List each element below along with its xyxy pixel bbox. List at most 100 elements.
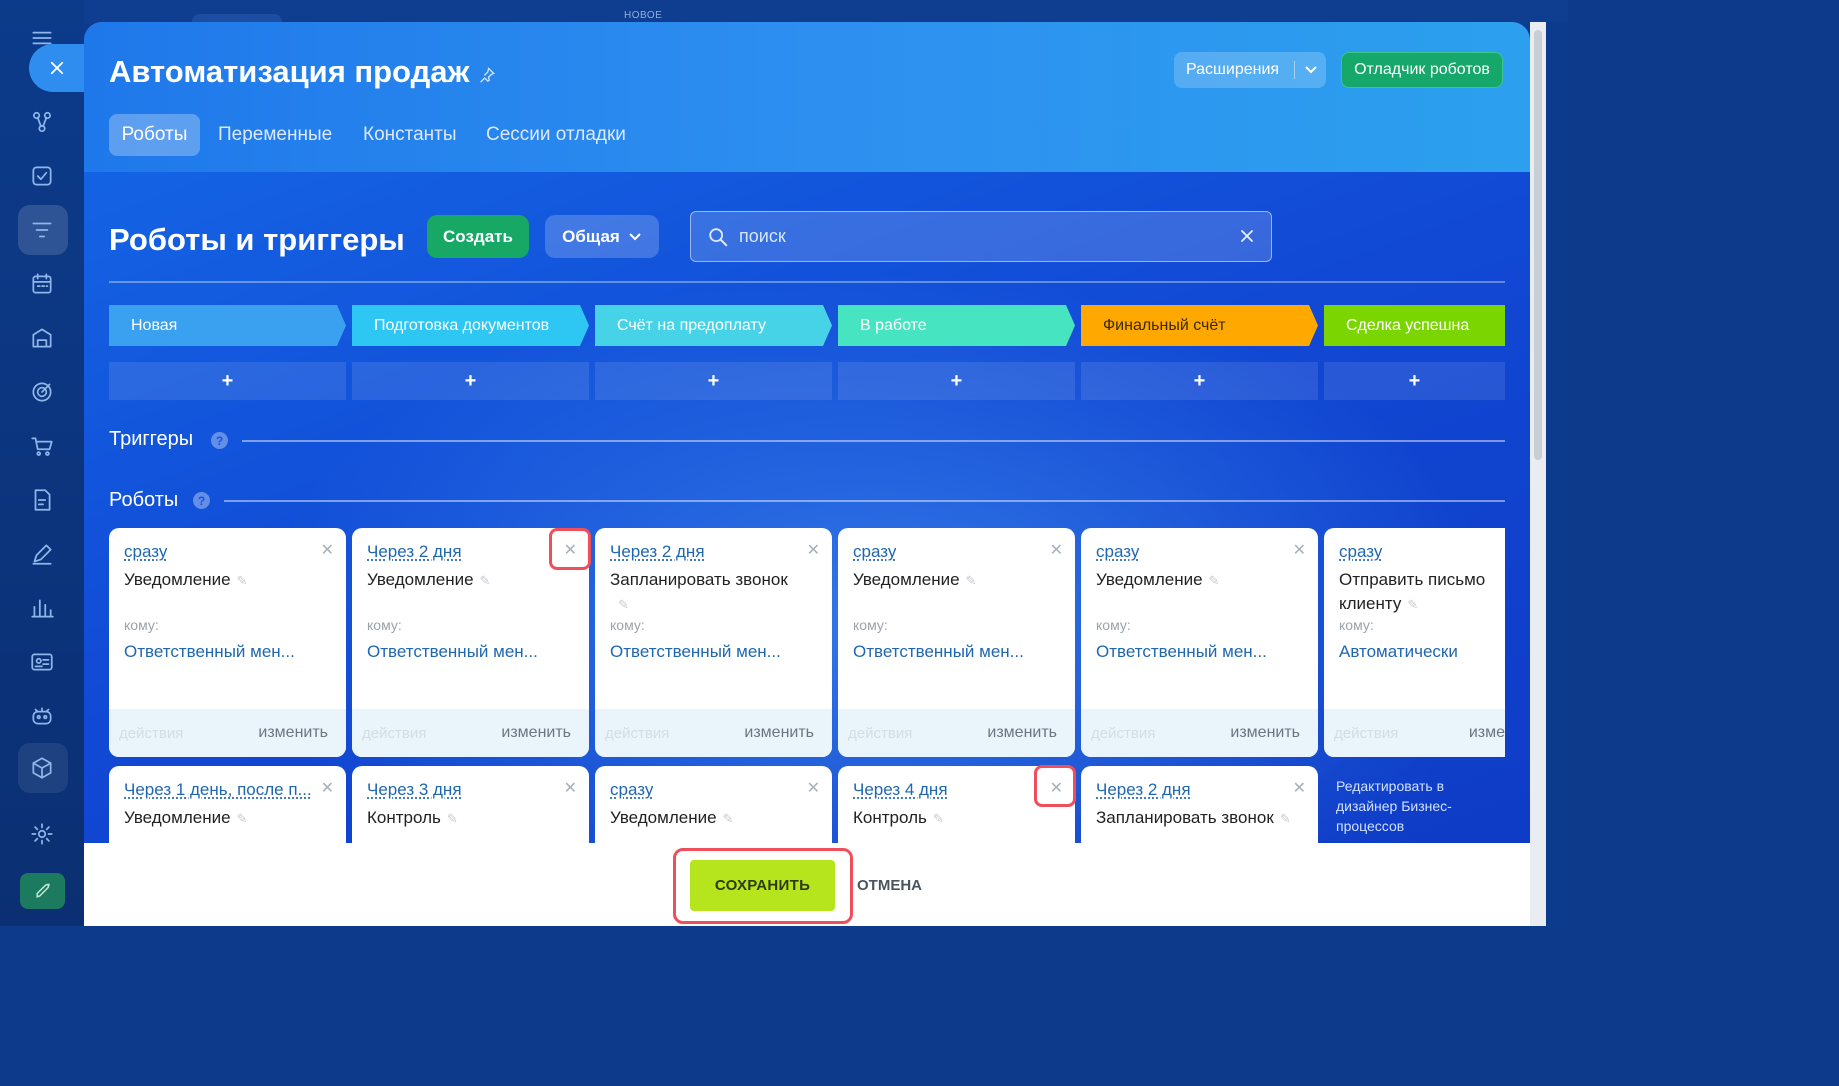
clear-search-icon[interactable] bbox=[1237, 226, 1257, 246]
search-box bbox=[690, 211, 1272, 262]
robot-delay[interactable]: сразу bbox=[1339, 542, 1382, 562]
robot-delay[interactable]: Через 4 дня bbox=[853, 780, 948, 800]
tab-constants[interactable]: Константы bbox=[363, 114, 457, 156]
background-edge bbox=[1546, 22, 1568, 926]
robot-delay[interactable]: Через 2 дня bbox=[367, 542, 462, 562]
pin-icon[interactable] bbox=[478, 66, 496, 84]
bp-designer-link[interactable]: Редактировать в дизайнер Бизнес-процессо… bbox=[1336, 776, 1506, 836]
stage-deal-won: Сделка успешна bbox=[1324, 305, 1505, 346]
cancel-button[interactable]: ОТМЕНА bbox=[857, 877, 922, 894]
search-icon bbox=[709, 227, 728, 246]
robot-debugger-button[interactable]: Отладчик роботов bbox=[1341, 52, 1503, 88]
robot-delay[interactable]: Через 2 дня bbox=[1096, 780, 1191, 800]
settings-icon[interactable] bbox=[22, 814, 62, 854]
edit-link[interactable]: изменить bbox=[744, 724, 814, 742]
add-robot-button[interactable]: + bbox=[1324, 362, 1505, 400]
add-robot-button[interactable]: + bbox=[352, 362, 589, 400]
robot-icon[interactable] bbox=[22, 696, 62, 736]
divider bbox=[242, 440, 1505, 442]
robot-card[interactable]: сразу ✕ Уведомление ✎ кому: Ответственный… bbox=[838, 528, 1075, 757]
delete-robot-icon[interactable]: ✕ bbox=[321, 778, 334, 798]
robot-delay[interactable]: сразу bbox=[610, 780, 653, 800]
tab-variables[interactable]: Переменные bbox=[218, 114, 332, 156]
pencil-icon[interactable]: ✎ bbox=[723, 811, 734, 826]
pencil-icon[interactable]: ✎ bbox=[966, 573, 977, 588]
recipient-value[interactable]: Автоматически bbox=[1339, 642, 1458, 662]
analytics-icon[interactable] bbox=[22, 588, 62, 628]
pencil-icon[interactable]: ✎ bbox=[447, 811, 458, 826]
cart-icon[interactable] bbox=[22, 426, 62, 466]
tab-debug-sessions[interactable]: Сессии отладки bbox=[486, 114, 626, 156]
calendar-icon[interactable] bbox=[22, 264, 62, 304]
robot-name: Уведомление ✎ bbox=[367, 568, 577, 593]
pencil-icon[interactable]: ✎ bbox=[480, 573, 491, 588]
recipient-value[interactable]: Ответственный мен... bbox=[1096, 642, 1267, 662]
robot-delay[interactable]: Через 1 день, после п... bbox=[124, 780, 312, 800]
robot-name: Уведомление ✎ bbox=[853, 568, 1063, 593]
extensions-label: Расширения bbox=[1186, 61, 1280, 78]
edit-link[interactable]: изменить bbox=[258, 724, 328, 742]
crm-icon[interactable] bbox=[22, 102, 62, 142]
store-icon[interactable] bbox=[22, 318, 62, 358]
tasks-icon[interactable] bbox=[22, 156, 62, 196]
target-icon[interactable] bbox=[22, 372, 62, 412]
delete-robot-icon[interactable]: ✕ bbox=[1050, 540, 1063, 560]
pencil-icon[interactable]: ✎ bbox=[933, 811, 944, 826]
general-dropdown[interactable]: Общая bbox=[545, 215, 659, 258]
recipient-value[interactable]: Ответственный мен... bbox=[610, 642, 781, 662]
delete-robot-icon[interactable]: ✕ bbox=[807, 540, 820, 560]
stage-label: Подготовка документов bbox=[374, 316, 550, 334]
robot-card[interactable]: сразу ✕ Уведомление ✎ кому: Ответственный… bbox=[1081, 528, 1318, 757]
new-label: НОВОЕ bbox=[624, 10, 663, 21]
add-robot-button[interactable]: + bbox=[595, 362, 832, 400]
delete-robot-icon[interactable]: ✕ bbox=[564, 778, 577, 798]
contact-card-icon[interactable] bbox=[22, 642, 62, 682]
automation-panel: Автоматизация продаж Расширения Отладчик… bbox=[84, 22, 1530, 926]
robot-card[interactable]: Через 2 дня ✕ Запланировать звонок ✎ кому… bbox=[595, 528, 832, 757]
edit-link[interactable]: изменить bbox=[987, 724, 1057, 742]
pencil-icon[interactable]: ✎ bbox=[1209, 573, 1220, 588]
document-edit-icon[interactable] bbox=[22, 480, 62, 520]
extensions-dropdown[interactable]: Расширения bbox=[1174, 52, 1326, 88]
pencil-icon[interactable]: ✎ bbox=[1280, 811, 1291, 826]
pencil-icon[interactable]: ✎ bbox=[1407, 597, 1418, 612]
pencil-icon[interactable]: ✎ bbox=[618, 597, 629, 612]
sales-funnel-icon[interactable] bbox=[22, 210, 62, 250]
divider bbox=[109, 281, 1505, 283]
cube-icon[interactable] bbox=[22, 748, 62, 788]
pencil-icon[interactable]: ✎ bbox=[237, 811, 248, 826]
help-icon[interactable]: ? bbox=[193, 492, 210, 509]
rocket-button[interactable] bbox=[20, 873, 65, 909]
add-robot-button[interactable]: + bbox=[1081, 362, 1318, 400]
edit-link[interactable]: изме bbox=[1469, 724, 1505, 742]
robot-card[interactable]: сразу Отправить письмо клиенту ✎ кому: Ав… bbox=[1324, 528, 1505, 757]
robot-delay[interactable]: сразу bbox=[1096, 542, 1139, 562]
tab-robots[interactable]: Роботы bbox=[109, 114, 200, 156]
robot-card[interactable]: сразу ✕ Уведомление ✎ кому: Ответственный… bbox=[109, 528, 346, 757]
delete-robot-icon[interactable]: ✕ bbox=[807, 778, 820, 798]
create-button[interactable]: Создать bbox=[427, 215, 529, 258]
pencil-sign-icon[interactable] bbox=[22, 534, 62, 574]
search-input[interactable] bbox=[739, 226, 1219, 247]
edit-link[interactable]: изменить bbox=[1230, 724, 1300, 742]
robot-delay[interactable]: сразу bbox=[853, 542, 896, 562]
recipient-label: кому: bbox=[1339, 617, 1374, 633]
recipient-value[interactable]: Ответственный мен... bbox=[124, 642, 295, 662]
robot-delay[interactable]: Через 3 дня bbox=[367, 780, 462, 800]
recipient-value[interactable]: Ответственный мен... bbox=[853, 642, 1024, 662]
add-robot-button[interactable]: + bbox=[109, 362, 346, 400]
stage-label: Счёт на предоплату bbox=[617, 316, 766, 334]
recipient-value[interactable]: Ответственный мен... bbox=[367, 642, 538, 662]
delete-robot-icon[interactable]: ✕ bbox=[1293, 778, 1306, 798]
stage-new: Новая bbox=[109, 305, 346, 346]
delete-robot-icon[interactable]: ✕ bbox=[1293, 540, 1306, 560]
pencil-icon[interactable]: ✎ bbox=[237, 573, 248, 588]
add-robot-button[interactable]: + bbox=[838, 362, 1075, 400]
robot-delay[interactable]: сразу bbox=[124, 542, 167, 562]
scrollbar-thumb[interactable] bbox=[1534, 30, 1542, 460]
help-icon[interactable]: ? bbox=[211, 432, 228, 449]
robot-delay[interactable]: Через 2 дня bbox=[610, 542, 705, 562]
delete-robot-icon[interactable]: ✕ bbox=[321, 540, 334, 560]
close-slider-button[interactable] bbox=[29, 44, 85, 92]
edit-link[interactable]: изменить bbox=[501, 724, 571, 742]
